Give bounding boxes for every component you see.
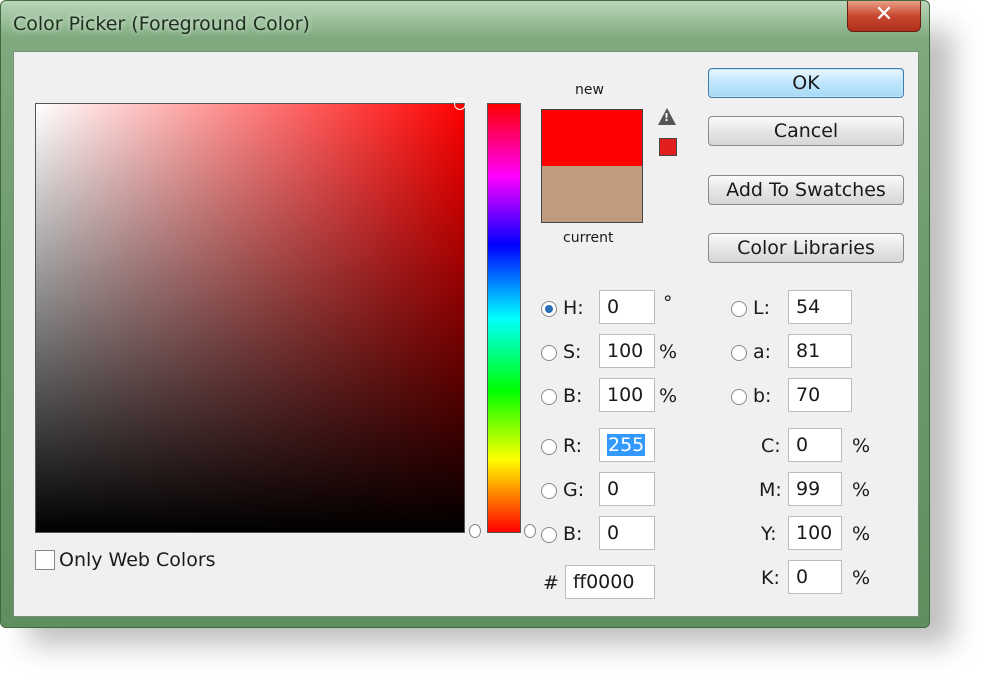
cyan-input[interactable]: 0: [788, 428, 842, 462]
green-radio[interactable]: [541, 483, 557, 499]
cyan-unit: %: [852, 435, 871, 457]
brightness-unit: %: [659, 385, 678, 407]
blue-input[interactable]: 0: [599, 516, 655, 550]
magenta-label: M:: [759, 479, 782, 501]
black-label: K:: [761, 567, 780, 589]
lightness-label: L:: [753, 297, 770, 319]
close-button[interactable]: ✕: [847, 1, 921, 32]
hue-slider-right-handle-icon[interactable]: [524, 524, 536, 538]
color-libraries-button[interactable]: Color Libraries: [708, 233, 904, 263]
a-channel-input[interactable]: 81: [788, 334, 852, 368]
color-field-marker-icon[interactable]: [454, 98, 466, 110]
dialog-body: Only Web Colors new current OK Cancel Ad…: [13, 51, 919, 617]
red-label: R:: [563, 435, 583, 457]
new-color-swatch: [542, 110, 642, 166]
green-input[interactable]: 0: [599, 472, 655, 506]
hue-slider[interactable]: [487, 103, 521, 533]
hex-input[interactable]: ff0000: [565, 565, 655, 599]
b-channel-label: b:: [753, 385, 772, 407]
b-channel-radio[interactable]: [731, 389, 747, 405]
a-channel-radio[interactable]: [731, 345, 747, 361]
hue-label: H:: [563, 297, 584, 319]
yellow-unit: %: [852, 523, 871, 545]
color-preview: [541, 109, 643, 223]
gamut-correction-swatch[interactable]: [659, 138, 677, 156]
black-unit: %: [852, 567, 871, 589]
hex-label: #: [543, 572, 559, 594]
cancel-button[interactable]: Cancel: [708, 116, 904, 146]
color-picker-window: Color Picker (Foreground Color) ✕ Only W…: [0, 0, 930, 628]
blue-radio[interactable]: [541, 527, 557, 543]
lightness-radio[interactable]: [731, 301, 747, 317]
brightness-label: B:: [563, 385, 583, 407]
only-web-colors-label: Only Web Colors: [59, 549, 216, 571]
hue-unit: °: [663, 292, 673, 314]
hue-input[interactable]: 0: [599, 290, 655, 324]
saturation-unit: %: [659, 341, 678, 363]
current-color-swatch[interactable]: [542, 166, 642, 222]
hue-slider-left-handle-icon[interactable]: [469, 524, 481, 538]
window-title: Color Picker (Foreground Color): [13, 13, 310, 35]
b-channel-input[interactable]: 70: [788, 378, 852, 412]
red-value-selected: 255: [607, 434, 646, 456]
add-to-swatches-button[interactable]: Add To Swatches: [708, 175, 904, 205]
hue-radio[interactable]: [541, 301, 557, 317]
saturation-label: S:: [563, 341, 582, 363]
saturation-radio[interactable]: [541, 345, 557, 361]
black-input[interactable]: 0: [788, 560, 842, 594]
lightness-input[interactable]: 54: [788, 290, 852, 324]
brightness-radio[interactable]: [541, 389, 557, 405]
magenta-unit: %: [852, 479, 871, 501]
saturation-input[interactable]: 100: [599, 334, 655, 368]
a-channel-label: a:: [753, 341, 772, 363]
yellow-input[interactable]: 100: [788, 516, 842, 550]
brightness-input[interactable]: 100: [599, 378, 655, 412]
red-radio[interactable]: [541, 439, 557, 455]
green-label: G:: [563, 479, 585, 501]
ok-button[interactable]: OK: [708, 68, 904, 98]
title-bar[interactable]: Color Picker (Foreground Color) ✕: [1, 1, 929, 51]
red-input[interactable]: 255: [599, 428, 655, 462]
current-color-label: current: [563, 230, 614, 246]
new-color-label: new: [575, 82, 604, 98]
color-field[interactable]: [35, 103, 465, 533]
yellow-label: Y:: [761, 523, 777, 545]
only-web-colors-checkbox[interactable]: [35, 550, 55, 570]
blue-label: B:: [563, 523, 583, 545]
magenta-input[interactable]: 99: [788, 472, 842, 506]
cyan-label: C:: [761, 435, 781, 457]
out-of-gamut-warning-icon[interactable]: [658, 108, 676, 125]
